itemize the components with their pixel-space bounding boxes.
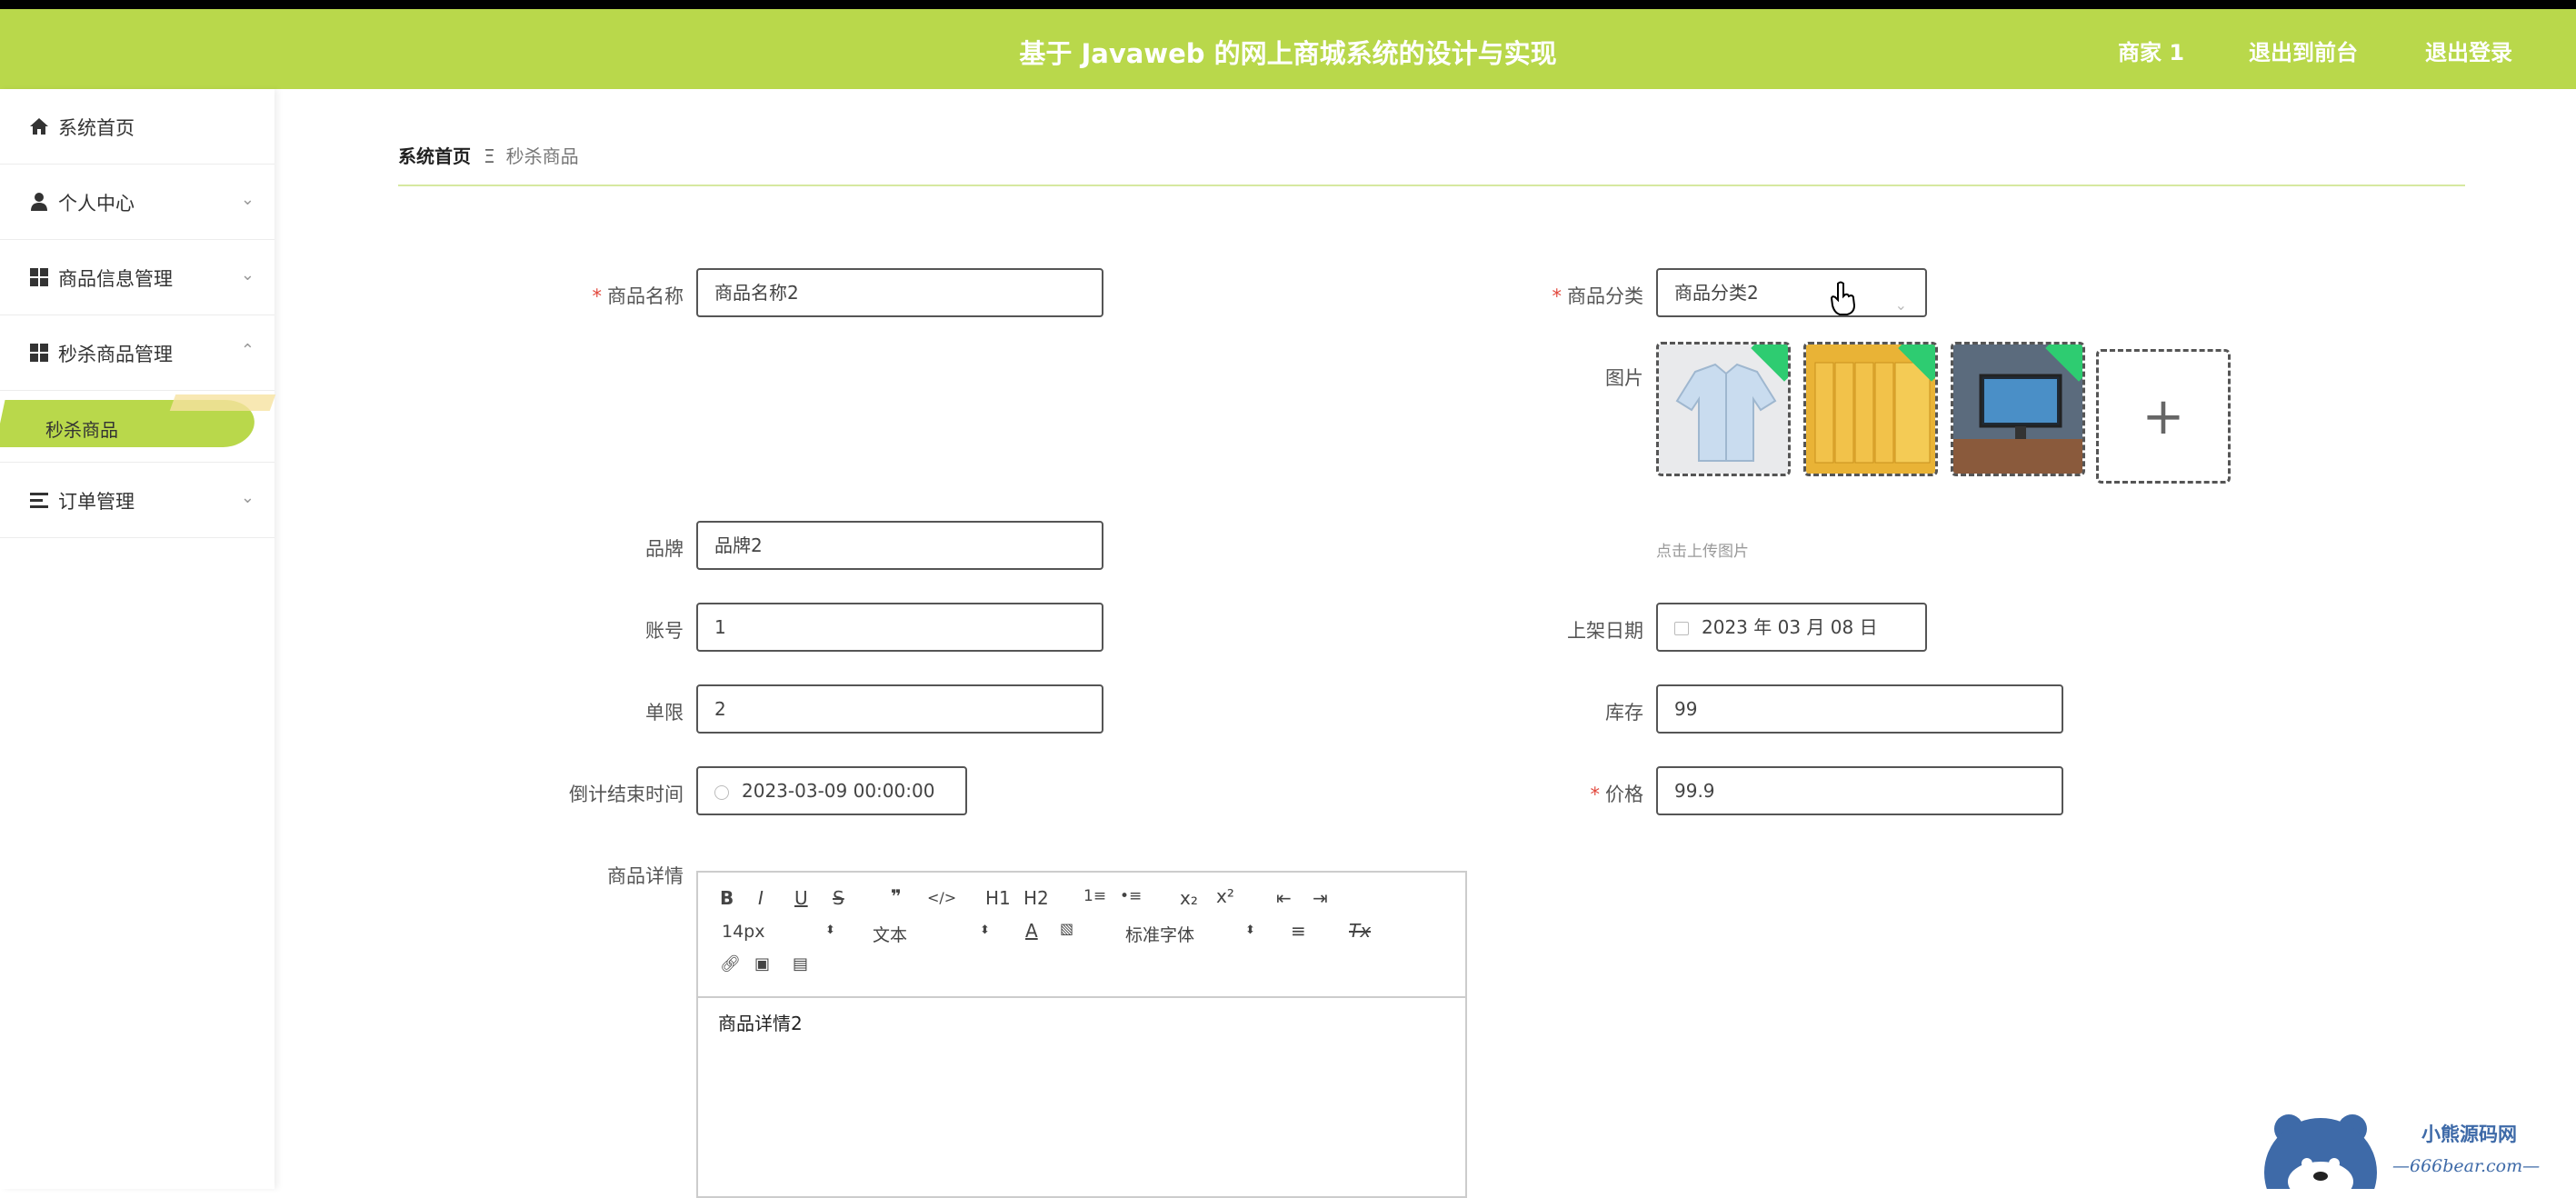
grid-icon [30, 344, 48, 362]
font-color-icon[interactable]: A [1025, 920, 1038, 942]
watermark: 小熊源码网 —666bear.com— [2261, 1109, 2571, 1189]
sidebar-item-label: 秒杀商品管理 [58, 344, 173, 365]
brand-input[interactable]: 品牌2 [696, 521, 1103, 570]
sidebar-item-label: 商品信息管理 [58, 268, 173, 290]
plus-icon: + [2142, 387, 2185, 446]
font-family-select[interactable]: 标准字体 ⬍ [1125, 922, 1262, 946]
countdown-label: 倒计结束时间 [569, 784, 684, 805]
limit-label: 单限 [645, 702, 684, 724]
background-color-icon[interactable]: ▧ [1060, 920, 1073, 937]
category-select[interactable]: 商品分类2 ⌄ [1656, 268, 1927, 317]
shelf-date-label: 上架日期 [1567, 620, 1643, 642]
upload-hint: 点击上传图片 [1656, 543, 1749, 561]
nav-back-to-front[interactable]: 退出到前台 [2249, 35, 2358, 66]
ordered-list-button[interactable]: 1≡ [1083, 887, 1106, 905]
breadcrumb-home[interactable]: 系统首页 [398, 145, 471, 167]
account-input[interactable]: 1 [696, 603, 1103, 652]
sidebar-item-product-info[interactable]: 商品信息管理 ⌄ [0, 240, 275, 315]
breadcrumb-current: 秒杀商品 [505, 145, 579, 167]
highlight-accent [169, 394, 276, 411]
grid-icon [30, 268, 48, 286]
sidebar-item-label: 系统首页 [58, 117, 135, 139]
sidebar-subitem-label: 秒杀商品 [45, 419, 118, 441]
limit-input[interactable]: 2 [696, 684, 1103, 734]
h2-button[interactable]: H2 [1023, 887, 1049, 909]
name-label: * 商品名称 [592, 285, 684, 307]
bear-logo [2264, 1114, 2377, 1189]
sidebar-item-flash-sale[interactable]: 秒杀商品管理 ⌃ [0, 315, 275, 391]
top-edge [0, 0, 2576, 9]
user-icon [31, 193, 47, 211]
chevron-down-icon: ⌄ [1894, 296, 1907, 314]
sidebar: 系统首页 个人中心 ⌄ 商品信息管理 ⌄ 秒杀商品管理 ⌃ 秒杀商品 订单管理 … [0, 89, 276, 1189]
image-thumbnail[interactable] [1951, 342, 2085, 476]
nav-merchant[interactable]: 商家 1 [2118, 35, 2184, 66]
underline-button[interactable]: U [794, 887, 808, 909]
watermark-name: 小熊源码网 [2421, 1123, 2517, 1145]
clock-icon [714, 784, 729, 800]
sidebar-item-home[interactable]: 系统首页 [0, 89, 275, 165]
sidebar-item-orders[interactable]: 订单管理 ⌄ [0, 463, 275, 538]
calendar-icon [1674, 622, 1689, 635]
category-label: * 商品分类 [1552, 285, 1644, 307]
app-title: 基于 Javaweb 的网上商城系统的设计与实现 [1019, 38, 1557, 69]
countdown-datetime-input[interactable]: 2023-03-09 00:00:00 [696, 766, 967, 815]
clear-format-button[interactable]: Tx [1349, 920, 1371, 942]
watermark-url: —666bear.com— [2392, 1156, 2541, 1176]
brand-label: 品牌 [645, 538, 684, 560]
image-upload-button[interactable]: + [2096, 349, 2231, 484]
rich-text-editor: B I U S ❞ </> H1 H2 1≡ •≡ x₂ x² ⇤ ⇥ 14px… [696, 871, 1467, 1198]
breadcrumb: 系统首页 Ξ 秒杀商品 [398, 142, 579, 168]
account-label: 账号 [645, 620, 684, 642]
stock-input[interactable]: 99 [1656, 684, 2063, 734]
nav-logout[interactable]: 退出登录 [2425, 35, 2512, 66]
superscript-button[interactable]: x² [1216, 885, 1234, 907]
chevron-down-icon: ⌄ [240, 265, 255, 285]
image-thumbnail[interactable] [1656, 342, 1791, 476]
italic-button[interactable]: I [758, 887, 764, 909]
editor-content[interactable]: 商品详情2 [718, 1009, 803, 1035]
subscript-button[interactable]: x₂ [1180, 887, 1198, 909]
home-icon [30, 118, 48, 135]
image-thumbnail[interactable] [1803, 342, 1938, 476]
blockquote-button[interactable]: ❞ [891, 885, 902, 907]
sidebar-item-label: 个人中心 [58, 193, 135, 215]
app-header: 基于 Javaweb 的网上商城系统的设计与实现 商家 1 退出到前台 退出登录 [0, 9, 2576, 89]
font-size-select[interactable]: 14px ⬍ [722, 922, 840, 942]
sidebar-item-profile[interactable]: 个人中心 ⌄ [0, 165, 275, 240]
link-icon[interactable]: 🔗︎ [720, 954, 741, 973]
breadcrumb-divider [398, 185, 2465, 186]
outdent-button[interactable]: ⇤ [1276, 887, 1292, 909]
shelf-date-input[interactable]: 2023 年 03 月 08 日 [1656, 603, 1927, 652]
h1-button[interactable]: H1 [985, 887, 1011, 909]
strike-button[interactable]: S [833, 887, 844, 909]
price-input[interactable]: 99.9 [1656, 766, 2063, 815]
price-label: * 价格 [1590, 784, 1644, 805]
bullet-list-button[interactable]: •≡ [1120, 887, 1142, 905]
text-type-select[interactable]: 文本 ⬍ [873, 922, 991, 946]
bold-button[interactable]: B [720, 887, 734, 909]
sidebar-item-label: 订单管理 [58, 491, 135, 513]
editor-toolbar: B I U S ❞ </> H1 H2 1≡ •≡ x₂ x² ⇤ ⇥ 14px… [698, 873, 1465, 998]
hand-cursor-icon [1830, 281, 1856, 315]
breadcrumb-separator: Ξ [484, 145, 495, 167]
chevron-up-icon: ⌃ [240, 341, 255, 360]
chevron-down-icon: ⌄ [240, 190, 255, 209]
list-icon [30, 493, 48, 508]
video-icon[interactable]: ▤ [793, 954, 808, 973]
code-button[interactable]: </> [927, 889, 956, 906]
detail-label: 商品详情 [607, 865, 684, 887]
chevron-down-icon: ⌄ [240, 488, 255, 507]
product-name-input[interactable]: 商品名称2 [696, 268, 1103, 317]
image-label: 图片 [1605, 367, 1643, 389]
align-icon[interactable]: ≡ [1291, 920, 1306, 942]
image-icon[interactable]: ▣ [754, 954, 770, 973]
indent-button[interactable]: ⇥ [1313, 887, 1328, 909]
stock-label: 库存 [1605, 702, 1643, 724]
sidebar-subitem-flash-sale-products[interactable]: 秒杀商品 [0, 391, 276, 463]
